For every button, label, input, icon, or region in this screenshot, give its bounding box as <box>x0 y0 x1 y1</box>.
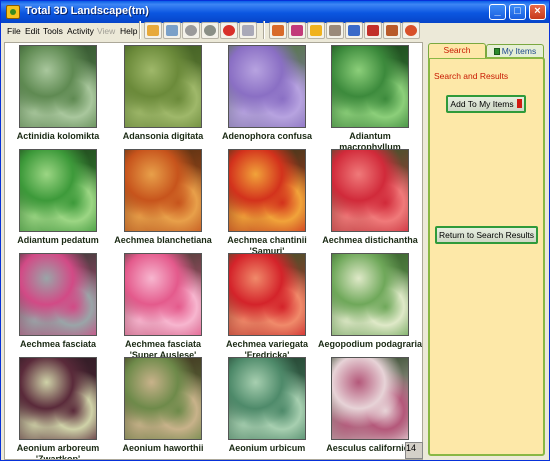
house-icon[interactable] <box>383 22 401 39</box>
plant-thumbnail[interactable] <box>228 45 306 128</box>
menu-edit[interactable]: Edit <box>25 26 40 36</box>
help-icon[interactable] <box>220 22 238 39</box>
tab-search[interactable]: Search <box>428 43 486 58</box>
tools-icon[interactable] <box>182 22 200 39</box>
plant-thumbnail[interactable] <box>228 357 306 440</box>
menu-help[interactable]: Help <box>120 26 137 36</box>
plant-thumbnail[interactable] <box>331 149 409 232</box>
flag-icon <box>493 48 500 55</box>
return-button-label: Return to Search Results <box>439 230 534 240</box>
plant-thumbnail[interactable] <box>19 357 97 440</box>
plant-name: Aeonium urbicum <box>228 443 306 453</box>
tab-search-label: Search <box>443 45 471 55</box>
light-icon[interactable] <box>307 22 325 39</box>
plant-gallery: Actinidia kolomikta Adansonia digitata Ade… <box>4 42 423 460</box>
plant-name: Actinidia kolomikta <box>16 131 100 141</box>
plant-name: Aechmea blanchetiana <box>114 235 212 245</box>
plant-thumbnail[interactable] <box>124 357 202 440</box>
plant-name: Aechmea fasciata <box>19 339 97 349</box>
shop-icon[interactable] <box>345 22 363 39</box>
red-marker-icon <box>516 99 522 108</box>
plant-thumbnail[interactable] <box>19 253 97 336</box>
plant-name: Aeonium haworthii <box>122 443 204 453</box>
save-icon[interactable] <box>163 22 181 39</box>
plant-thumbnail[interactable] <box>124 253 202 336</box>
close-button[interactable]: × <box>529 4 546 20</box>
zoom-icon[interactable] <box>402 22 420 39</box>
return-to-search-results-button[interactable]: Return to Search Results <box>435 226 538 244</box>
menu-tools[interactable]: Tools <box>43 26 63 36</box>
window-title: Total 3D Landscape(tm) <box>25 5 149 17</box>
add-button-label: Add To My Items <box>450 99 514 109</box>
menu-activity[interactable]: Activity <box>67 26 94 36</box>
app-window: Total 3D Landscape(tm) _ □ × File Edit T… <box>0 0 550 461</box>
object-icon[interactable] <box>326 22 344 39</box>
app-logo-icon <box>6 5 20 19</box>
plant-name: Adenophora confusa <box>221 131 312 141</box>
scroll-corner[interactable]: 14 <box>405 442 423 459</box>
plant-thumbnail[interactable] <box>19 45 97 128</box>
toolbar-separator <box>263 21 265 39</box>
plant-thumbnail[interactable] <box>228 149 306 232</box>
plant-thumbnail[interactable] <box>331 45 409 128</box>
wizard-icon[interactable] <box>239 22 257 39</box>
plant-thumbnail[interactable] <box>228 253 306 336</box>
search-panel: Search My Items Search and Results Add T… <box>425 42 548 460</box>
plant-name: Adiantum pedatum <box>17 235 99 245</box>
toolbar-separator <box>139 21 141 39</box>
plant-thumbnail[interactable] <box>19 149 97 232</box>
tab-my-items-label: My Items <box>501 46 537 56</box>
plant-name: Aechmea distichantha <box>322 235 418 245</box>
menu-view[interactable]: View <box>97 26 115 36</box>
add-to-my-items-button[interactable]: Add To My Items <box>446 95 526 113</box>
menu-file[interactable]: File <box>7 26 21 36</box>
tab-my-items[interactable]: My Items <box>486 44 544 58</box>
plant-thumbnail[interactable] <box>124 45 202 128</box>
plant-name: Aeonium arboreum 'Zwartkop' <box>16 443 100 460</box>
view-icon[interactable] <box>269 22 287 39</box>
search-panel-body: Search and Results Add To My Items Retur… <box>428 57 545 456</box>
title-bar[interactable]: Total 3D Landscape(tm) _ □ × <box>1 1 549 23</box>
scroll-corner-label: 14 <box>406 443 417 453</box>
plant-name: Aegopodium podagraria <box>318 339 423 349</box>
plant-thumbnail[interactable] <box>331 357 409 440</box>
plant-name: Adansonia digitata <box>122 131 204 141</box>
open-icon[interactable] <box>144 22 162 39</box>
plant-thumbnail[interactable] <box>124 149 202 232</box>
plant-icon[interactable] <box>364 22 382 39</box>
panel-heading: Search and Results <box>434 71 509 81</box>
maximize-button[interactable]: □ <box>509 4 526 20</box>
plant-thumbnail[interactable] <box>331 253 409 336</box>
minimize-button[interactable]: _ <box>489 4 506 20</box>
garden-icon[interactable] <box>288 22 306 39</box>
refresh-icon[interactable] <box>201 22 219 39</box>
